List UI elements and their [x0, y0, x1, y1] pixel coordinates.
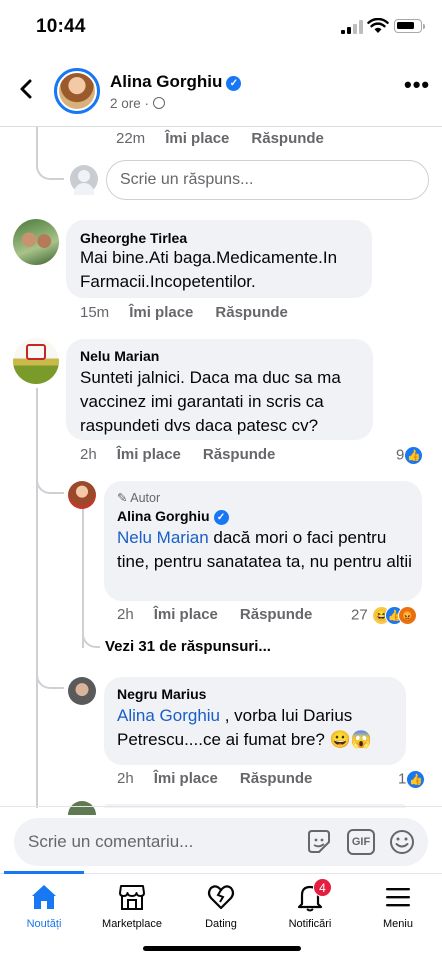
- nav-label: Dating: [205, 918, 237, 930]
- status-time: 10:44: [36, 16, 86, 37]
- gif-button[interactable]: GIF: [347, 829, 375, 855]
- my-avatar: [70, 165, 98, 195]
- comment-actions: 15m Îmi place Răspunde: [80, 304, 288, 321]
- battery-icon: [394, 19, 422, 33]
- notification-badge: 4: [313, 878, 332, 897]
- sticker-icon[interactable]: [305, 828, 333, 856]
- like-button[interactable]: Îmi place: [154, 606, 218, 623]
- nav-label: Meniu: [383, 918, 413, 930]
- nav-item-dating[interactable]: Dating: [177, 882, 265, 930]
- reply-button[interactable]: Răspunde: [203, 446, 276, 463]
- nav-item-menu[interactable]: Meniu: [354, 882, 442, 930]
- reaction-summary[interactable]: 27 😆👍😡: [351, 606, 417, 625]
- reply-text: Alina Gorghiu , vorba lui Darius Petresc…: [117, 706, 372, 749]
- thread-connector: [36, 665, 64, 689]
- verified-badge-icon: ✓: [213, 510, 229, 525]
- reply-text: Nelu Marian dacă mori o faci pentru tine…: [117, 528, 412, 571]
- reply-button[interactable]: Răspunde: [215, 304, 288, 321]
- microphone-icon: ✎: [117, 491, 131, 505]
- nav-label: Noutăți: [26, 918, 62, 930]
- thread-line: [36, 388, 38, 808]
- mention-link[interactable]: Nelu Marian: [117, 528, 209, 547]
- emoji-icon[interactable]: [388, 828, 416, 856]
- header-divider: [0, 126, 442, 127]
- cellular-signal-icon: [341, 20, 363, 34]
- battery-tip: [423, 24, 425, 29]
- like-button[interactable]: Îmi place: [129, 304, 193, 321]
- reaction-summary[interactable]: 9 👍: [396, 446, 424, 465]
- reply-author[interactable]: Alina Gorghiu ✓: [117, 508, 229, 525]
- comment-actions: 2h Îmi place Răspunde: [80, 446, 275, 463]
- comment-time: 2h: [80, 446, 97, 463]
- reply-avatar[interactable]: [68, 677, 96, 705]
- comment-author[interactable]: Gheorghe Tirlea: [80, 230, 187, 246]
- like-button[interactable]: Îmi place: [165, 130, 229, 147]
- reply-time: 2h: [117, 606, 134, 623]
- home-indicator: [143, 946, 301, 951]
- nav-label: Marketplace: [102, 918, 162, 930]
- reply-author[interactable]: Negru Marius: [117, 686, 206, 702]
- thread-connector: [36, 150, 64, 180]
- comment-time: 15m: [80, 304, 110, 321]
- post-meta: 2 ore ·: [110, 96, 166, 111]
- top-reply-actions: 22m Îmi place Răspunde: [116, 130, 324, 147]
- globe-icon: [153, 97, 166, 109]
- like-reaction-icon: 👍: [404, 446, 424, 465]
- nav-label: Notificări: [288, 918, 332, 930]
- dating-icon: [207, 885, 235, 910]
- comment-text: Mai bine.Ati baga.Medicamente.In Farmaci…: [80, 248, 338, 291]
- avatar-detail: [26, 344, 46, 360]
- reaction-summary[interactable]: 1 👍: [398, 770, 426, 789]
- home-icon: [32, 885, 56, 909]
- thread-connector: [36, 470, 64, 494]
- commenter-avatar[interactable]: [13, 219, 59, 265]
- reply-actions: 2h Îmi place Răspunde: [117, 770, 312, 787]
- comment-input[interactable]: Scrie un comentariu...: [28, 832, 193, 852]
- like-button[interactable]: Îmi place: [117, 446, 181, 463]
- reply-time: 2h: [117, 770, 134, 787]
- nav-item-notifications[interactable]: Notificări: [266, 882, 354, 930]
- comment-author[interactable]: Nelu Marian: [80, 348, 159, 364]
- thread-connector: [82, 624, 100, 648]
- mention-link[interactable]: Alina Gorghiu: [117, 706, 220, 725]
- active-tab-indicator: [4, 871, 84, 874]
- reply-button[interactable]: Răspunde: [240, 770, 313, 787]
- marketplace-icon: [119, 885, 145, 910]
- back-arrow-icon[interactable]: [16, 78, 38, 100]
- nav-item-marketplace[interactable]: Marketplace: [88, 882, 176, 930]
- reply-button[interactable]: Răspunde: [251, 130, 324, 147]
- verified-badge-icon: ✓: [226, 76, 242, 91]
- author-badge: ✎ Autor: [117, 491, 161, 505]
- reply-avatar: [68, 801, 96, 815]
- reply-actions: 2h Îmi place Răspunde: [117, 606, 312, 623]
- nav-item-news-feed[interactable]: Noutăți: [0, 882, 88, 930]
- angry-reaction-icon: 😡: [397, 606, 417, 625]
- post-author-name[interactable]: Alina Gorghiu ✓: [110, 72, 242, 92]
- comment-text: Sunteti jalnici. Daca ma duc sa ma vacci…: [80, 368, 341, 435]
- post-author-avatar[interactable]: [54, 68, 100, 114]
- see-more-replies[interactable]: Vezi 31 de răspunsuri...: [105, 638, 271, 655]
- more-options-icon[interactable]: •••: [404, 74, 430, 96]
- like-reaction-icon: 👍: [406, 770, 426, 789]
- wifi-icon: [367, 18, 389, 33]
- like-button[interactable]: Îmi place: [154, 770, 218, 787]
- comment-time: 22m: [116, 130, 146, 147]
- reply-input[interactable]: Scrie un răspuns...: [106, 160, 429, 200]
- reply-button[interactable]: Răspunde: [240, 606, 313, 623]
- reply-avatar[interactable]: [68, 481, 96, 509]
- menu-icon: [386, 888, 410, 907]
- composer-divider: [0, 806, 442, 807]
